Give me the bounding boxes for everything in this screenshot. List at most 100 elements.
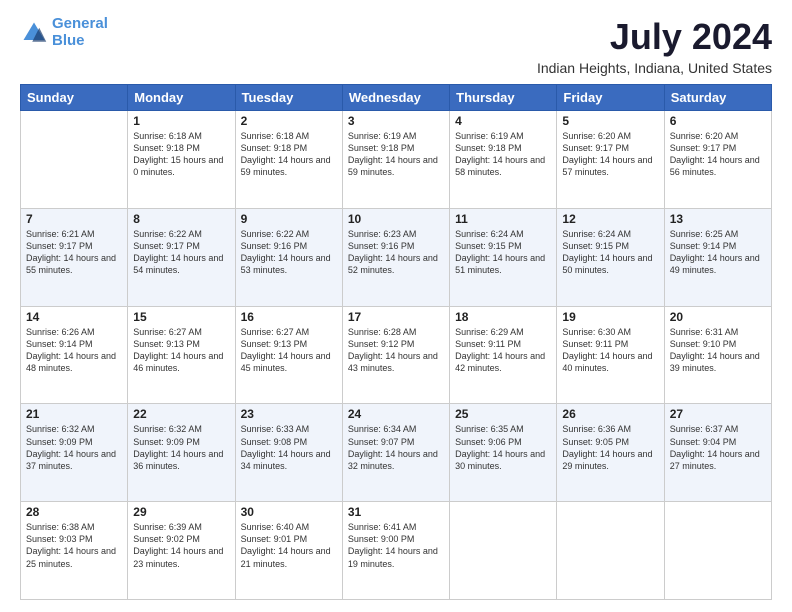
sunset-time: Sunset: 9:11 PM	[562, 339, 628, 349]
sunrise-time: Sunrise: 6:18 AM	[241, 131, 310, 141]
day-number: 17	[348, 310, 444, 324]
calendar-week-row: 7 Sunrise: 6:21 AM Sunset: 9:17 PM Dayli…	[21, 208, 772, 306]
sunrise-time: Sunrise: 6:41 AM	[348, 522, 417, 532]
day-info: Sunrise: 6:38 AM Sunset: 9:03 PM Dayligh…	[26, 521, 122, 570]
daylight-hours: Daylight: 14 hours and 45 minutes.	[241, 351, 331, 373]
daylight-hours: Daylight: 14 hours and 36 minutes.	[133, 449, 223, 471]
sunrise-time: Sunrise: 6:24 AM	[455, 229, 524, 239]
daylight-hours: Daylight: 14 hours and 42 minutes.	[455, 351, 545, 373]
table-row: 3 Sunrise: 6:19 AM Sunset: 9:18 PM Dayli…	[342, 111, 449, 209]
day-info: Sunrise: 6:20 AM Sunset: 9:17 PM Dayligh…	[670, 130, 766, 179]
daylight-hours: Daylight: 14 hours and 59 minutes.	[348, 155, 438, 177]
sunrise-time: Sunrise: 6:20 AM	[670, 131, 739, 141]
sunrise-time: Sunrise: 6:37 AM	[670, 424, 739, 434]
table-row: 7 Sunrise: 6:21 AM Sunset: 9:17 PM Dayli…	[21, 208, 128, 306]
header-tuesday: Tuesday	[235, 85, 342, 111]
sunset-time: Sunset: 9:17 PM	[26, 241, 93, 251]
sunset-time: Sunset: 9:17 PM	[562, 143, 629, 153]
day-info: Sunrise: 6:27 AM Sunset: 9:13 PM Dayligh…	[133, 326, 229, 375]
daylight-hours: Daylight: 14 hours and 19 minutes.	[348, 546, 438, 568]
table-row: 14 Sunrise: 6:26 AM Sunset: 9:14 PM Dayl…	[21, 306, 128, 404]
daylight-hours: Daylight: 14 hours and 54 minutes.	[133, 253, 223, 275]
day-info: Sunrise: 6:39 AM Sunset: 9:02 PM Dayligh…	[133, 521, 229, 570]
daylight-hours: Daylight: 14 hours and 49 minutes.	[670, 253, 760, 275]
table-row	[557, 502, 664, 600]
sunset-time: Sunset: 9:05 PM	[562, 437, 629, 447]
sunrise-time: Sunrise: 6:32 AM	[26, 424, 95, 434]
day-number: 7	[26, 212, 122, 226]
sunset-time: Sunset: 9:16 PM	[348, 241, 415, 251]
day-info: Sunrise: 6:32 AM Sunset: 9:09 PM Dayligh…	[26, 423, 122, 472]
logo-text: General Blue	[52, 16, 108, 49]
daylight-hours: Daylight: 14 hours and 40 minutes.	[562, 351, 652, 373]
table-row: 1 Sunrise: 6:18 AM Sunset: 9:18 PM Dayli…	[128, 111, 235, 209]
table-row	[450, 502, 557, 600]
day-number: 24	[348, 407, 444, 421]
title-block: July 2024 Indian Heights, Indiana, Unite…	[537, 16, 772, 76]
day-info: Sunrise: 6:31 AM Sunset: 9:10 PM Dayligh…	[670, 326, 766, 375]
daylight-hours: Daylight: 14 hours and 55 minutes.	[26, 253, 116, 275]
sunrise-time: Sunrise: 6:31 AM	[670, 327, 739, 337]
subtitle: Indian Heights, Indiana, United States	[537, 60, 772, 76]
header: General Blue July 2024 Indian Heights, I…	[20, 16, 772, 76]
day-info: Sunrise: 6:22 AM Sunset: 9:17 PM Dayligh…	[133, 228, 229, 277]
day-info: Sunrise: 6:28 AM Sunset: 9:12 PM Dayligh…	[348, 326, 444, 375]
sunset-time: Sunset: 9:06 PM	[455, 437, 522, 447]
table-row: 19 Sunrise: 6:30 AM Sunset: 9:11 PM Dayl…	[557, 306, 664, 404]
day-number: 15	[133, 310, 229, 324]
day-info: Sunrise: 6:40 AM Sunset: 9:01 PM Dayligh…	[241, 521, 337, 570]
table-row: 26 Sunrise: 6:36 AM Sunset: 9:05 PM Dayl…	[557, 404, 664, 502]
table-row: 2 Sunrise: 6:18 AM Sunset: 9:18 PM Dayli…	[235, 111, 342, 209]
table-row: 5 Sunrise: 6:20 AM Sunset: 9:17 PM Dayli…	[557, 111, 664, 209]
daylight-hours: Daylight: 14 hours and 34 minutes.	[241, 449, 331, 471]
sunset-time: Sunset: 9:18 PM	[133, 143, 200, 153]
sunrise-time: Sunrise: 6:25 AM	[670, 229, 739, 239]
day-info: Sunrise: 6:34 AM Sunset: 9:07 PM Dayligh…	[348, 423, 444, 472]
daylight-hours: Daylight: 14 hours and 57 minutes.	[562, 155, 652, 177]
sunrise-time: Sunrise: 6:18 AM	[133, 131, 202, 141]
day-info: Sunrise: 6:19 AM Sunset: 9:18 PM Dayligh…	[455, 130, 551, 179]
sunset-time: Sunset: 9:18 PM	[348, 143, 415, 153]
day-number: 26	[562, 407, 658, 421]
day-info: Sunrise: 6:25 AM Sunset: 9:14 PM Dayligh…	[670, 228, 766, 277]
day-number: 14	[26, 310, 122, 324]
daylight-hours: Daylight: 14 hours and 32 minutes.	[348, 449, 438, 471]
logo-icon	[20, 19, 48, 47]
day-number: 25	[455, 407, 551, 421]
day-info: Sunrise: 6:27 AM Sunset: 9:13 PM Dayligh…	[241, 326, 337, 375]
day-number: 29	[133, 505, 229, 519]
table-row: 4 Sunrise: 6:19 AM Sunset: 9:18 PM Dayli…	[450, 111, 557, 209]
day-number: 6	[670, 114, 766, 128]
table-row: 13 Sunrise: 6:25 AM Sunset: 9:14 PM Dayl…	[664, 208, 771, 306]
day-number: 2	[241, 114, 337, 128]
sunset-time: Sunset: 9:09 PM	[133, 437, 200, 447]
sunrise-time: Sunrise: 6:23 AM	[348, 229, 417, 239]
table-row: 16 Sunrise: 6:27 AM Sunset: 9:13 PM Dayl…	[235, 306, 342, 404]
day-info: Sunrise: 6:18 AM Sunset: 9:18 PM Dayligh…	[133, 130, 229, 179]
day-number: 11	[455, 212, 551, 226]
day-info: Sunrise: 6:30 AM Sunset: 9:11 PM Dayligh…	[562, 326, 658, 375]
sunset-time: Sunset: 9:02 PM	[133, 534, 200, 544]
sunset-time: Sunset: 9:14 PM	[26, 339, 93, 349]
calendar-table: Sunday Monday Tuesday Wednesday Thursday…	[20, 84, 772, 600]
sunset-time: Sunset: 9:17 PM	[670, 143, 737, 153]
sunrise-time: Sunrise: 6:39 AM	[133, 522, 202, 532]
table-row: 27 Sunrise: 6:37 AM Sunset: 9:04 PM Dayl…	[664, 404, 771, 502]
sunrise-time: Sunrise: 6:40 AM	[241, 522, 310, 532]
sunset-time: Sunset: 9:15 PM	[562, 241, 629, 251]
day-info: Sunrise: 6:19 AM Sunset: 9:18 PM Dayligh…	[348, 130, 444, 179]
daylight-hours: Daylight: 14 hours and 56 minutes.	[670, 155, 760, 177]
day-number: 4	[455, 114, 551, 128]
day-number: 3	[348, 114, 444, 128]
sunrise-time: Sunrise: 6:21 AM	[26, 229, 95, 239]
sunrise-time: Sunrise: 6:26 AM	[26, 327, 95, 337]
sunrise-time: Sunrise: 6:30 AM	[562, 327, 631, 337]
daylight-hours: Daylight: 14 hours and 23 minutes.	[133, 546, 223, 568]
sunset-time: Sunset: 9:08 PM	[241, 437, 308, 447]
day-number: 27	[670, 407, 766, 421]
sunrise-time: Sunrise: 6:19 AM	[348, 131, 417, 141]
sunrise-time: Sunrise: 6:32 AM	[133, 424, 202, 434]
table-row	[21, 111, 128, 209]
table-row: 17 Sunrise: 6:28 AM Sunset: 9:12 PM Dayl…	[342, 306, 449, 404]
header-sunday: Sunday	[21, 85, 128, 111]
